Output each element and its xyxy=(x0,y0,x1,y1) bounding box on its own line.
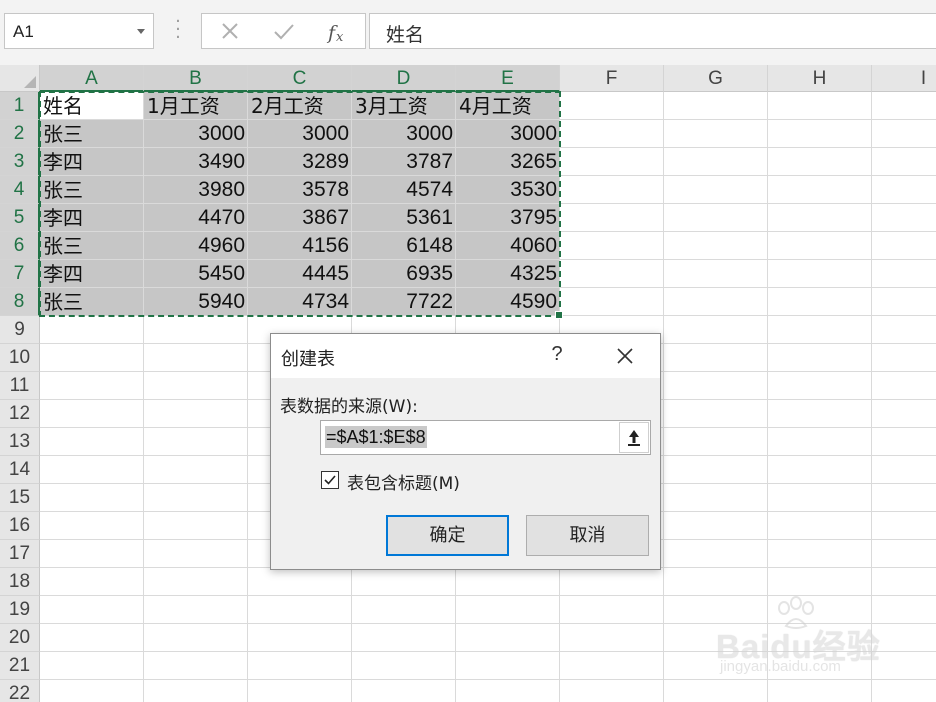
name-box[interactable]: A1 xyxy=(4,13,154,49)
column-header-h[interactable]: H xyxy=(768,65,872,92)
column-header-a[interactable]: A xyxy=(40,65,144,92)
row-header-4[interactable]: 4 xyxy=(0,176,40,204)
row-header-11[interactable]: 11 xyxy=(0,372,40,400)
column-header-c[interactable]: C xyxy=(248,65,352,92)
row-header-5[interactable]: 5 xyxy=(0,204,40,232)
chevron-down-icon[interactable] xyxy=(137,29,145,34)
row-header-10[interactable]: 10 xyxy=(0,344,40,372)
cancel-button[interactable]: 取消 xyxy=(526,515,649,556)
drag-handle-icon[interactable]: · · · xyxy=(171,13,185,47)
row-header-6[interactable]: 6 xyxy=(0,232,40,260)
formula-bar-area: A1 · · · f x 姓名 xyxy=(0,0,936,65)
gridline xyxy=(663,92,664,702)
row-header-18[interactable]: 18 xyxy=(0,568,40,596)
row-header-21[interactable]: 21 xyxy=(0,652,40,680)
collapse-dialog-button[interactable] xyxy=(619,422,649,453)
row-header-9[interactable]: 9 xyxy=(0,316,40,344)
arrow-up-icon xyxy=(628,430,640,446)
select-all-button[interactable] xyxy=(0,65,40,92)
ok-button[interactable]: 确定 xyxy=(386,515,509,556)
baidu-watermark: Baidu经验 jingyan.baidu.com xyxy=(716,596,892,686)
dialog-title: 创建表 xyxy=(281,349,335,370)
formula-input[interactable]: 姓名 xyxy=(369,13,936,49)
row-header-3[interactable]: 3 xyxy=(0,148,40,176)
row-header-8[interactable]: 8 xyxy=(0,288,40,316)
row-header-13[interactable]: 13 xyxy=(0,428,40,456)
row-header-12[interactable]: 12 xyxy=(0,400,40,428)
column-header-g[interactable]: G xyxy=(664,65,768,92)
column-header-b[interactable]: B xyxy=(144,65,248,92)
column-header-i[interactable]: I xyxy=(872,65,936,92)
svg-text:x: x xyxy=(336,30,344,45)
select-all-triangle-icon xyxy=(24,76,36,88)
row-header-20[interactable]: 20 xyxy=(0,624,40,652)
checkmark-icon xyxy=(324,475,336,485)
column-header-f[interactable]: F xyxy=(560,65,664,92)
row-header-2[interactable]: 2 xyxy=(0,120,40,148)
create-table-dialog: 创建表 ? 表数据的来源(W): =$A$1:$E$8 表包含标题(M) 确定 … xyxy=(270,333,661,570)
insert-function-icon[interactable]: f x xyxy=(324,19,352,45)
dialog-title-bar[interactable]: 创建表 ? xyxy=(271,334,660,378)
column-header-d[interactable]: D xyxy=(352,65,456,92)
formula-value: 姓名 xyxy=(386,24,425,46)
enter-check-icon[interactable] xyxy=(270,19,298,45)
row-header-15[interactable]: 15 xyxy=(0,484,40,512)
column-header-e[interactable]: E xyxy=(456,65,560,92)
close-icon[interactable] xyxy=(613,344,637,368)
help-button[interactable]: ? xyxy=(545,343,569,367)
formula-buttons: f x xyxy=(201,13,366,49)
watermark-url: jingyan.baidu.com xyxy=(720,658,841,675)
row-header-14[interactable]: 14 xyxy=(0,456,40,484)
copy-marquee-selection xyxy=(39,91,563,319)
fill-handle[interactable] xyxy=(555,311,563,319)
row-header-1[interactable]: 1 xyxy=(0,92,40,120)
row-header-7[interactable]: 7 xyxy=(0,260,40,288)
row-header-19[interactable]: 19 xyxy=(0,596,40,624)
range-input[interactable]: =$A$1:$E$8 xyxy=(320,420,651,455)
has-headers-checkbox[interactable] xyxy=(321,471,339,489)
row-header-16[interactable]: 16 xyxy=(0,512,40,540)
has-headers-label[interactable]: 表包含标题(M) xyxy=(347,469,460,494)
name-box-value: A1 xyxy=(13,22,34,41)
source-label: 表数据的来源(W): xyxy=(280,397,418,417)
cancel-x-icon[interactable] xyxy=(216,19,244,45)
range-value: =$A$1:$E$8 xyxy=(325,426,427,448)
row-header-17[interactable]: 17 xyxy=(0,540,40,568)
row-header-22[interactable]: 22 xyxy=(0,680,40,702)
